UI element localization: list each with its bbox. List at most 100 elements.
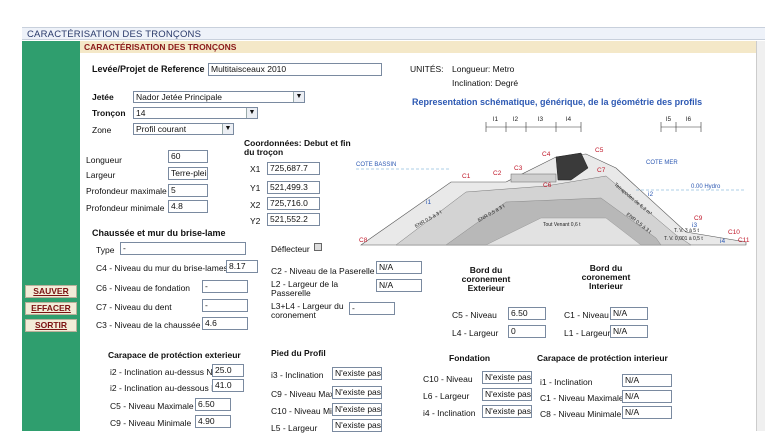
c2-label: C2: [493, 170, 502, 177]
c10-label: C10: [728, 229, 740, 236]
carapace-ext-i2b-input[interactable]: 41.0: [212, 379, 244, 392]
units-length: Longueur: Metro: [452, 64, 515, 74]
carapace-ext-c5-label: C5 - Niveau Maximale: [110, 401, 194, 411]
save-button[interactable]: SAUVER: [25, 285, 77, 298]
c8-label: C8: [359, 237, 368, 244]
vertical-scrollbar[interactable]: [756, 41, 765, 431]
bord-int-c1-input[interactable]: N/A: [610, 307, 648, 320]
longueur-input[interactable]: 60: [168, 150, 208, 163]
l1-label: l1: [493, 116, 498, 123]
c4-label: C4 - Niveau du mur du brise-lames: [96, 263, 228, 273]
c6-label: C6 - Niveau de fondation: [96, 283, 191, 293]
pied-l5-input[interactable]: N'existe pas: [332, 419, 382, 432]
zone-value: Profil courant: [136, 124, 187, 134]
x1-label: X1: [250, 164, 261, 174]
tout-venant-label: Tout Venant 0,6 t: [543, 222, 581, 228]
l3l4-input[interactable]: -: [349, 302, 395, 315]
prof-min-input[interactable]: 4.8: [168, 200, 208, 213]
l2-label: L2 - Largeur de la Passerelle: [271, 279, 339, 298]
c4-input[interactable]: 8.17: [226, 260, 258, 273]
breakwater-profile-diagram: l1 l2 l3 l4 l5 l6 COTE BASSIN COTE MER 0…: [356, 116, 750, 246]
sidebar: [22, 41, 80, 431]
chevron-down-icon[interactable]: ▼: [293, 92, 304, 102]
c3-input[interactable]: 4.6: [202, 317, 248, 330]
carapace-int-i1-label: i1 - Inclination: [540, 377, 593, 387]
carapace-int-title: Carapace de protéction interieur: [537, 353, 668, 363]
pied-i3-input[interactable]: N'existe pas: [332, 367, 382, 380]
carapace-int-c8-label: C8 - Niveau Minimale: [540, 409, 622, 419]
fondation-i4-label: i4 - Inclination: [423, 408, 476, 418]
units-inclination: Inclination: Degré: [452, 78, 519, 88]
pied-c9-input[interactable]: N'existe pas: [332, 386, 382, 399]
carapace-ext-title: Carapace de protéction exterieur: [108, 350, 241, 360]
carapace-ext-c5-input[interactable]: 6.50: [195, 398, 231, 411]
c2-input[interactable]: N/A: [376, 261, 422, 274]
c6-input[interactable]: -: [202, 280, 248, 293]
bord-int-title: Bord du coronement Interieur: [581, 263, 631, 291]
jetee-select[interactable]: Nador Jetée Principale ▼: [133, 91, 305, 103]
carapace-int-c8-input[interactable]: N/A: [622, 406, 672, 419]
y1-input[interactable]: 521,499.3: [267, 181, 320, 194]
jetee-label: Jetée: [92, 92, 114, 102]
x2-input[interactable]: 725,716.0: [267, 197, 320, 210]
window-title: CARACTÉRISATION DES TRONÇONS: [22, 27, 765, 40]
chevron-down-icon[interactable]: ▼: [246, 108, 257, 118]
troncon-select[interactable]: 14 ▼: [133, 107, 258, 119]
fondation-l6-label: L6 - Largeur: [423, 391, 470, 401]
bord-ext-c5-input[interactable]: 6.50: [508, 307, 546, 320]
bord-int-c1-label: C1 - Niveau: [564, 310, 609, 320]
deflecteur-checkbox[interactable]: [314, 243, 322, 251]
carapace-ext-i2-input[interactable]: 25.0: [212, 364, 244, 377]
bord-ext-l4-input[interactable]: 0: [508, 325, 546, 338]
y1-label: Y1: [250, 183, 261, 193]
carapace-ext-c9-input[interactable]: 4.90: [195, 415, 231, 428]
chevron-down-icon[interactable]: ▼: [222, 124, 233, 134]
c7-input[interactable]: -: [202, 299, 248, 312]
bord-ext-c5-label: C5 - Niveau: [452, 310, 497, 320]
y2-label: Y2: [250, 216, 261, 226]
c3-label: C3 - Niveau de la chaussée: [96, 320, 201, 330]
carapace-ext-i2b-label: i2 - Inclination au-dessous NA: [110, 383, 223, 393]
l4-label: l4: [566, 116, 571, 123]
carapace-int-c1-input[interactable]: N/A: [622, 390, 672, 403]
pied-title: Pied du Profil: [271, 348, 326, 358]
exit-button[interactable]: SORTIR: [25, 319, 77, 332]
zone-select[interactable]: Profil courant ▼: [133, 123, 234, 135]
c4-label: C4: [542, 151, 551, 158]
app-window: CARACTÉRISATION DES TRONÇONS CARACTÉRISA…: [0, 0, 765, 433]
c7-label: C7 - Niveau du dent: [96, 302, 172, 312]
pied-i3-label: i3 - Inclination: [271, 370, 324, 380]
prof-max-input[interactable]: 5: [168, 184, 208, 197]
clear-button[interactable]: EFFACER: [25, 302, 77, 315]
pied-c10-input[interactable]: N'existe pas: [332, 403, 382, 416]
fondation-c10-label: C10 - Niveau: [423, 374, 473, 384]
prof-max-label: Profondeur maximale: [86, 186, 167, 196]
troncon-value: 14: [136, 108, 146, 118]
units-label: UNITÉS:: [410, 64, 444, 74]
deflecteur-label: Déflecteur: [271, 244, 310, 254]
c6-label: C6: [543, 182, 552, 189]
carapace-ext-i2-label: i2 - Inclination au-dessus NA: [110, 367, 219, 377]
x1-input[interactable]: 725,687.7: [267, 162, 320, 175]
bord-int-l1-input[interactable]: N/A: [610, 325, 648, 338]
largeur-input[interactable]: Terre-plein: [168, 167, 208, 180]
hydro-label: 0.00 Hydro: [691, 184, 721, 190]
type-input[interactable]: -: [120, 242, 246, 255]
c3-label: C3: [514, 165, 523, 172]
l3-label: l3: [538, 116, 543, 123]
form-header-title: CARACTÉRISATION DES TRONÇONS: [80, 41, 765, 53]
carapace-int-c1-label: C1 - Niveau Maximale: [540, 393, 624, 403]
fondation-i4-input[interactable]: N'existe pas: [482, 405, 532, 418]
c9-label: C9: [694, 215, 703, 222]
c1-label: C1: [462, 173, 471, 180]
fondation-c10-input[interactable]: N'existe pas: [482, 371, 532, 384]
i3-label: i3: [692, 222, 697, 229]
fondation-l6-input[interactable]: N'existe pas: [482, 388, 532, 401]
project-input[interactable]: Multitaisceaux 2010: [208, 63, 382, 76]
carapace-int-i1-input[interactable]: N/A: [622, 374, 672, 387]
y2-input[interactable]: 521,552.2: [267, 213, 320, 226]
c7-label: C7: [597, 167, 606, 174]
l2-input[interactable]: N/A: [376, 279, 422, 292]
zone-label: Zone: [92, 125, 112, 135]
tv2-label: T. V. 0,001 à 0,5 t: [664, 236, 703, 242]
